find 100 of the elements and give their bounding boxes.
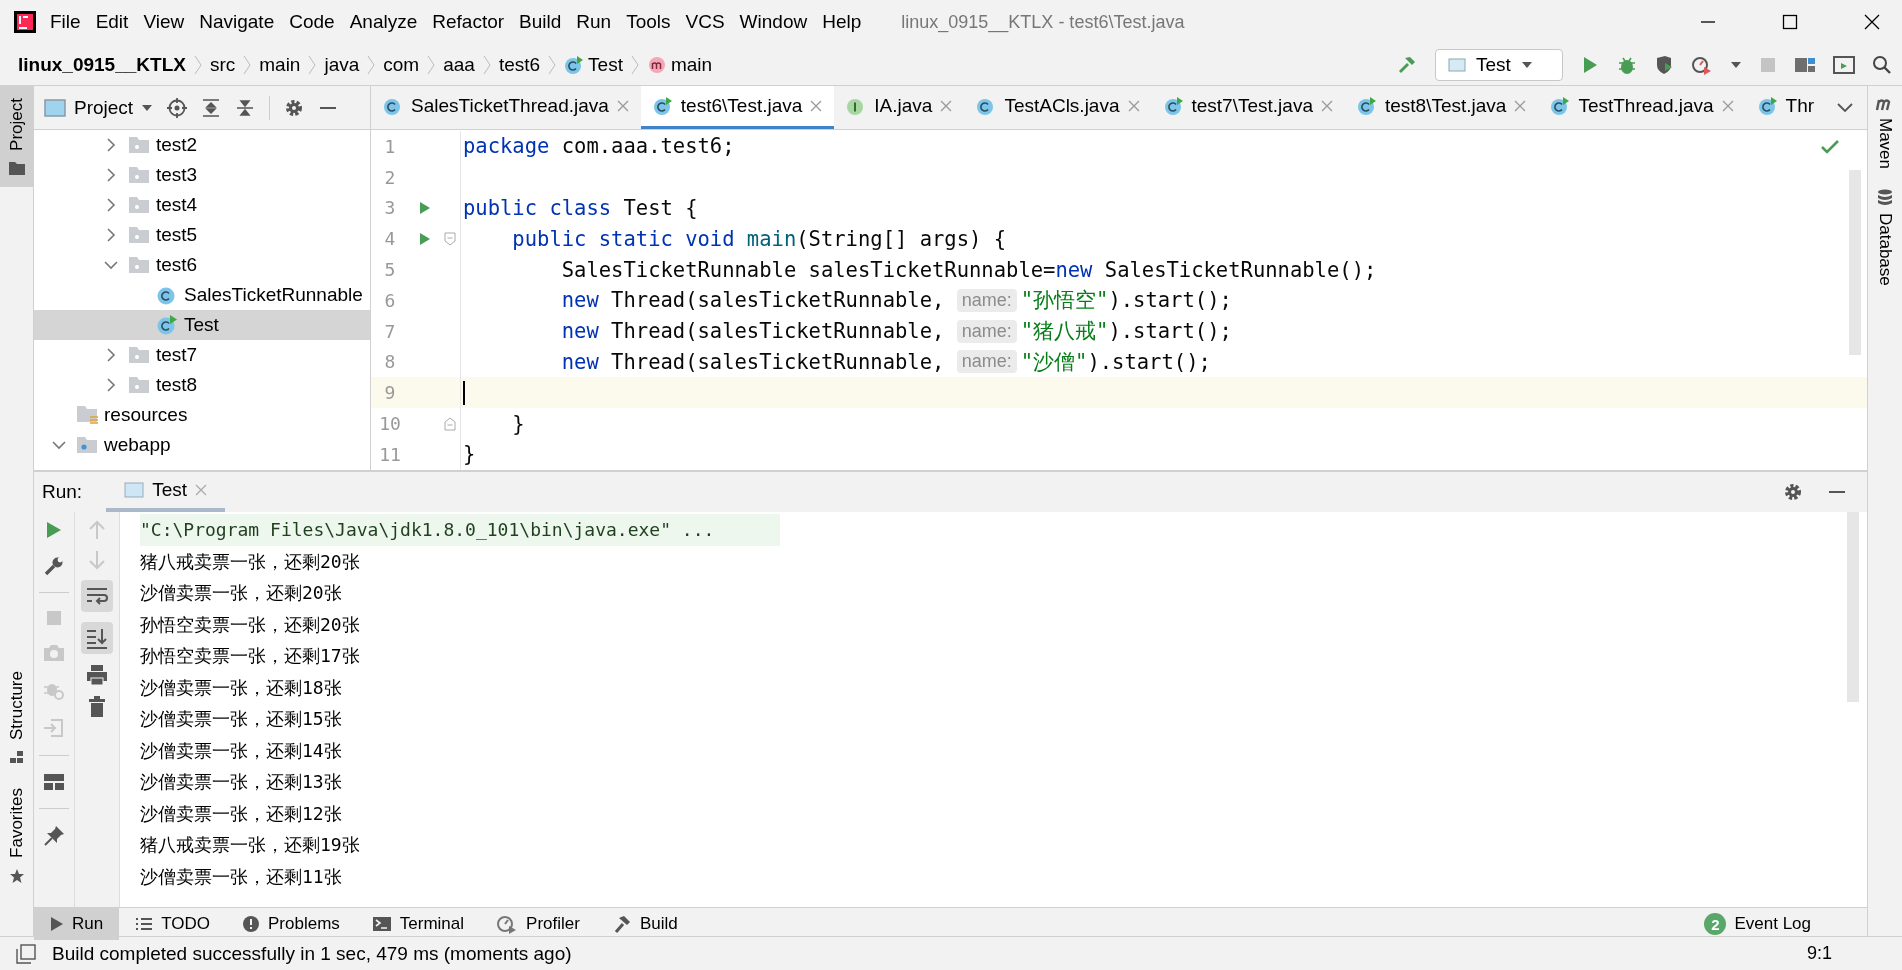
menu-item[interactable]: Help: [822, 11, 862, 33]
tree-item[interactable]: test7: [34, 340, 370, 370]
tool-window-tab[interactable]: Terminal: [355, 908, 481, 940]
tree-item[interactable]: test8: [34, 370, 370, 400]
coverage-icon[interactable]: [1654, 54, 1674, 75]
editor-tab[interactable]: IA.java: [834, 86, 965, 129]
menu-item[interactable]: Code: [289, 11, 335, 33]
run-gutter-icon[interactable]: [419, 201, 431, 215]
menu-item[interactable]: Window: [739, 11, 808, 33]
close-tab-icon[interactable]: [1320, 100, 1333, 112]
tree-item[interactable]: SalesTicketRunnable: [34, 280, 370, 310]
close-tab-icon[interactable]: [1514, 100, 1527, 112]
expand-all-icon[interactable]: [201, 97, 222, 118]
breadcrumb[interactable]: java: [324, 53, 360, 76]
project-view-dropdown[interactable]: Project: [44, 96, 154, 119]
menu-item[interactable]: Navigate: [199, 11, 275, 33]
menu-item[interactable]: File: [50, 11, 81, 33]
layout-icon[interactable]: [1833, 54, 1855, 75]
wrench-icon[interactable]: [44, 556, 64, 576]
menu-item[interactable]: Tools: [626, 11, 671, 33]
fold-marker-icon[interactable]: [444, 416, 456, 431]
breadcrumb[interactable]: Test: [588, 53, 623, 76]
tree-item[interactable]: test6: [34, 250, 370, 280]
tool-window-tab[interactable]: Problems: [226, 908, 356, 940]
scroll-to-end-icon[interactable]: [81, 622, 113, 654]
menu-item[interactable]: Analyze: [349, 11, 418, 33]
breadcrumb[interactable]: linux_0915__KTLX: [18, 53, 186, 76]
breadcrumb[interactable]: src: [209, 53, 236, 76]
tool-window-tab[interactable]: Profiler: [480, 908, 596, 940]
close-icon[interactable]: [1864, 14, 1880, 30]
chevron-right-icon[interactable]: [104, 138, 118, 152]
scrollbar[interactable]: [1849, 170, 1861, 355]
chevron-right-icon[interactable]: [104, 378, 118, 392]
profiler-icon[interactable]: [1691, 54, 1713, 75]
layout-toggle-icon[interactable]: [16, 943, 36, 964]
editor-tab[interactable]: test7\Test.java: [1151, 86, 1345, 129]
event-log-button[interactable]: 2 Event Log: [1688, 908, 1827, 940]
tree-item[interactable]: test4: [34, 190, 370, 220]
session-tab[interactable]: Test: [152, 479, 187, 501]
breadcrumb[interactable]: main: [259, 53, 301, 76]
tool-window-tab[interactable]: Structure: [0, 659, 33, 777]
menu-item[interactable]: View: [143, 11, 185, 33]
breadcrumb[interactable]: com: [383, 53, 420, 76]
menu-item[interactable]: Refactor: [432, 11, 505, 33]
tree-item[interactable]: test5: [34, 220, 370, 250]
menu-item[interactable]: Run: [576, 11, 612, 33]
tree-item[interactable]: test3: [34, 160, 370, 190]
close-tab-icon[interactable]: [940, 100, 953, 112]
layout-icon[interactable]: [43, 772, 65, 792]
editor-tab[interactable]: test8\Test.java: [1344, 86, 1539, 129]
editor-tab[interactable]: test6\Test.java: [640, 86, 835, 129]
close-tab-icon[interactable]: [1127, 100, 1140, 112]
run-configuration-dropdown[interactable]: Test: [1435, 48, 1563, 81]
tree-item[interactable]: resources: [34, 400, 370, 430]
breadcrumb[interactable]: aaa: [443, 53, 475, 76]
collapse-all-icon[interactable]: [235, 97, 256, 118]
editor-tab[interactable]: SalesTicketThread.java: [371, 86, 641, 129]
rerun-icon[interactable]: [45, 520, 63, 540]
chevron-down-icon[interactable]: [52, 438, 66, 452]
close-tab-icon[interactable]: [1721, 100, 1734, 112]
chevron-right-icon[interactable]: [104, 348, 118, 362]
trash-icon[interactable]: [87, 696, 107, 718]
tool-window-tab[interactable]: Build: [595, 908, 694, 940]
settings-icon[interactable]: [284, 97, 305, 118]
tool-window-tab[interactable]: Database: [1875, 189, 1895, 286]
caret-icon[interactable]: [1730, 60, 1742, 69]
breadcrumb[interactable]: test6: [498, 53, 541, 76]
chevron-down-icon[interactable]: [104, 258, 118, 272]
fold-marker-icon[interactable]: [444, 231, 456, 246]
menu-item[interactable]: Edit: [95, 11, 129, 33]
chevron-right-icon[interactable]: [104, 168, 118, 182]
scrollbar[interactable]: [1847, 512, 1859, 702]
soft-wrap-icon[interactable]: [81, 580, 113, 612]
run-gutter-icon[interactable]: [419, 231, 431, 246]
editor-tab[interactable]: TestThread.java: [1538, 86, 1746, 129]
settings-icon[interactable]: [1783, 482, 1803, 502]
tool-window-tab[interactable]: Maven: [1875, 96, 1895, 170]
chevron-down-icon[interactable]: [1837, 102, 1853, 113]
tree-item[interactable]: Test: [34, 310, 370, 340]
tool-window-tab[interactable]: Run: [34, 908, 120, 940]
pin-icon[interactable]: [43, 825, 65, 847]
locate-icon[interactable]: [167, 97, 188, 118]
maximize-icon[interactable]: [1782, 14, 1798, 30]
print-icon[interactable]: [86, 664, 108, 686]
tool-window-tab[interactable]: Favorites: [0, 776, 33, 896]
tool-window-tab[interactable]: Project: [0, 86, 33, 187]
chevron-right-icon[interactable]: [104, 198, 118, 212]
tree-item[interactable]: webapp: [34, 430, 370, 460]
breadcrumb[interactable]: main: [670, 53, 713, 76]
close-tab-icon[interactable]: [810, 100, 823, 112]
caret-position[interactable]: 9:1: [1806, 943, 1832, 964]
close-tab-icon[interactable]: [616, 100, 629, 112]
tool-window-tab[interactable]: TODO: [119, 908, 226, 940]
tree-item[interactable]: test2: [34, 130, 370, 160]
search-icon[interactable]: [1872, 54, 1892, 75]
menu-item[interactable]: Build: [519, 11, 562, 33]
editor-tab[interactable]: TestACls.java: [964, 86, 1152, 129]
chevron-right-icon[interactable]: [104, 228, 118, 242]
menu-item[interactable]: VCS: [685, 11, 725, 33]
editor-tab[interactable]: Thr: [1745, 86, 1823, 129]
